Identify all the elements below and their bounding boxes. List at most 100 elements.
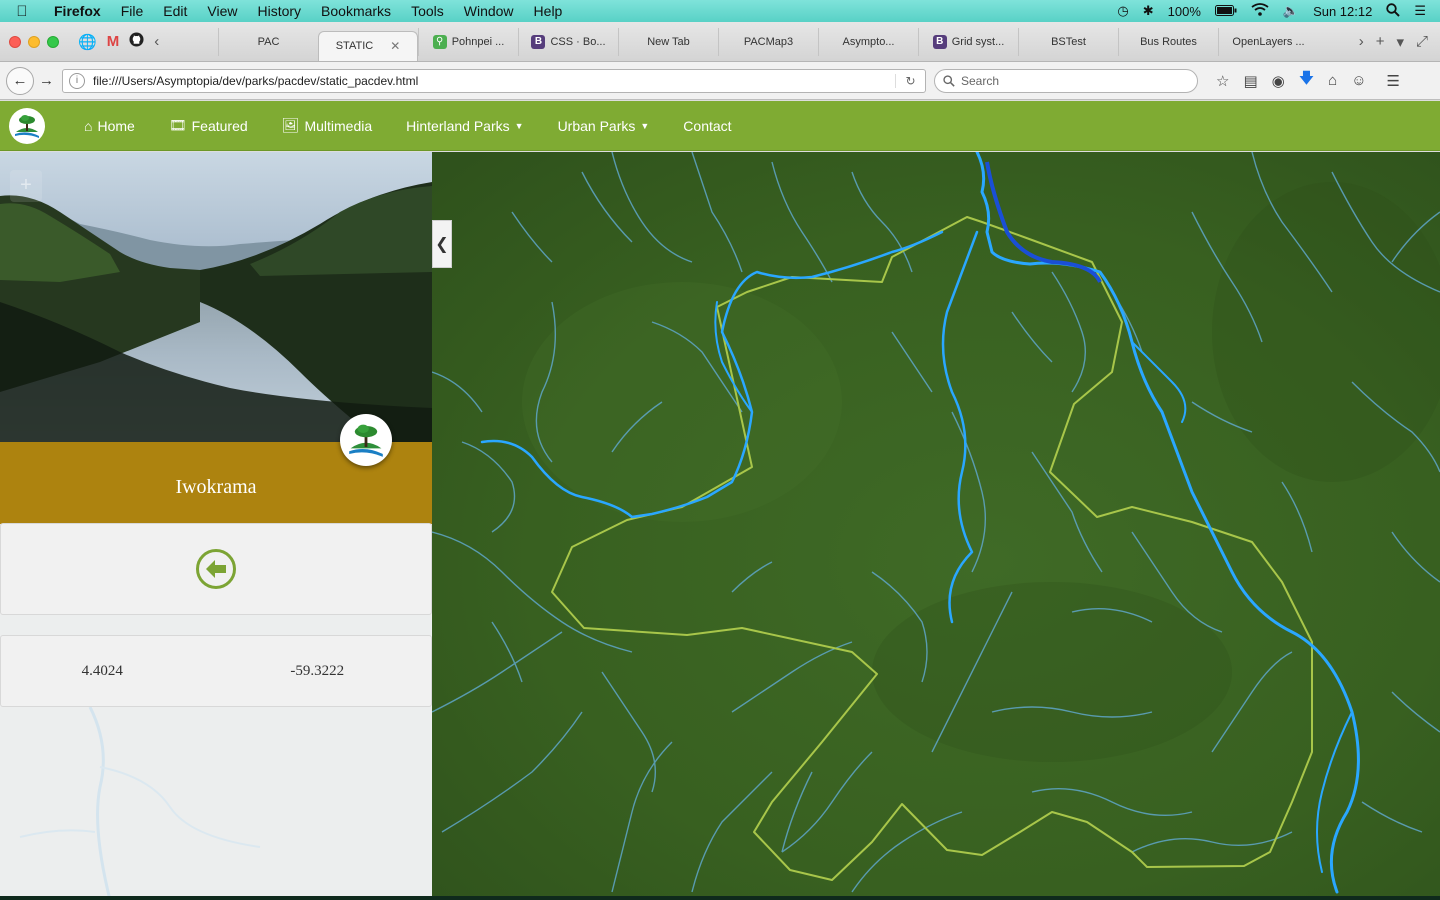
tab-pacmap3[interactable]: PACMap3: [718, 27, 818, 56]
scroll-tabs-left-icon[interactable]: ‹: [154, 33, 159, 50]
url-bar[interactable]: i file:///Users/Asymptopia/dev/parks/pac…: [62, 68, 926, 93]
nav-hinterland-label: Hinterland Parks: [406, 117, 510, 134]
nav-home[interactable]: ⌂ Home: [67, 118, 152, 134]
status-area: ◷ ✱ 100% 🔈 Sun 12:12 ☰: [1117, 2, 1440, 20]
menu-file[interactable]: File: [111, 3, 154, 19]
nav-contact[interactable]: Contact: [666, 118, 748, 134]
navigation-toolbar: ← → i file:///Users/Asymptopia/dev/parks…: [0, 62, 1440, 100]
zoom-window-button[interactable]: [47, 35, 59, 48]
chevron-left-icon: ❮: [435, 236, 449, 253]
scroll-tabs-right-icon[interactable]: ›: [1359, 33, 1364, 51]
tab-static[interactable]: STATIC ✕: [318, 30, 418, 61]
search-icon: [943, 74, 955, 87]
history-buttons: ← →: [0, 66, 62, 95]
hello-chat-icon[interactable]: ☺: [1351, 72, 1366, 89]
nav-multimedia-label: Multimedia: [304, 117, 373, 134]
tab-controls: › + ▾ ⤢: [1359, 33, 1440, 51]
close-tab-icon[interactable]: ✕: [390, 39, 400, 53]
home-icon[interactable]: ⌂: [1328, 72, 1337, 89]
tab-label: STATIC: [335, 40, 374, 52]
downloads-icon[interactable]: 🡇: [1299, 68, 1314, 93]
coordinates-card: 4.4024 -59.3222: [0, 635, 432, 707]
new-tab-icon[interactable]: +: [1376, 33, 1385, 51]
url-text[interactable]: file:///Users/Asymptopia/dev/parks/pacde…: [93, 74, 895, 88]
picture-icon: 🖼: [281, 117, 300, 133]
tab-label: PAC: [257, 35, 280, 48]
back-card: [0, 523, 432, 615]
menu-app-firefox[interactable]: Firefox: [44, 3, 111, 19]
time-machine-icon[interactable]: ◷: [1117, 3, 1128, 19]
park-logo-icon: [15, 114, 39, 138]
notification-center-icon[interactable]: ☰: [1414, 3, 1426, 19]
nav-multimedia[interactable]: 🖼 Multimedia: [265, 117, 389, 134]
toolbar-icons: ☆ ▤ ◉ 🡇 ⌂ ☺ ☰: [1216, 68, 1400, 93]
page-info-icon[interactable]: i: [69, 72, 85, 89]
nav-contact-label: Contact: [683, 117, 732, 134]
battery-icon[interactable]: [1214, 4, 1237, 19]
menu-view[interactable]: View: [197, 3, 247, 19]
site-header: ⌂ Home 🎞 Featured 🖼 Multimedia Hinterland P…: [0, 101, 1440, 151]
map-view[interactable]: ❮: [432, 152, 1440, 896]
close-window-button[interactable]: [9, 35, 21, 48]
tab-label: OpenLayers ...: [1232, 35, 1305, 48]
pinned-tabs: 🌐 M ‹: [78, 32, 218, 51]
apple-icon[interactable]: : [0, 3, 44, 20]
globe-icon[interactable]: 🌐: [78, 33, 97, 51]
menu-tools[interactable]: Tools: [401, 3, 454, 19]
tab-label: Pohnpei ...: [451, 35, 505, 48]
menu-edit[interactable]: Edit: [153, 3, 197, 19]
hamburger-menu-icon[interactable]: ☰: [1387, 72, 1400, 90]
tab-grid-system[interactable]: B Grid syst...: [918, 27, 1018, 56]
bluetooth-icon[interactable]: ✱: [1143, 3, 1154, 19]
list-all-tabs-icon[interactable]: ▾: [1396, 33, 1404, 51]
park-logo-icon: [349, 424, 383, 457]
tab-label: BSTest: [1051, 35, 1086, 48]
fullscreen-icon[interactable]: ⤢: [1416, 33, 1428, 51]
site-logo[interactable]: [9, 107, 45, 144]
reading-list-icon[interactable]: ▤: [1243, 72, 1257, 90]
tab-bus-routes[interactable]: Bus Routes: [1118, 27, 1218, 56]
window-bottom-edge: [0, 896, 1440, 900]
tab-pac[interactable]: PAC: [218, 27, 318, 56]
collapse-panel-button[interactable]: ❮: [432, 220, 452, 268]
menu-window[interactable]: Window: [454, 3, 524, 19]
tab-css-bootstrap[interactable]: B CSS · Bo...: [518, 27, 618, 56]
panel-background-map-texture: [19, 707, 261, 900]
spotlight-search-icon[interactable]: [1386, 2, 1401, 20]
tab-bstest[interactable]: BSTest: [1018, 27, 1118, 56]
map-canvas[interactable]: [432, 152, 1440, 896]
clock[interactable]: Sun 12:12: [1313, 4, 1372, 19]
forward-button[interactable]: →: [34, 72, 54, 89]
tab-new-tab[interactable]: New Tab: [618, 27, 718, 56]
os-menubar:  Firefox File Edit View History Bookmar…: [0, 0, 1440, 22]
gmail-icon[interactable]: M: [107, 33, 120, 50]
maps-icon: ⚲: [432, 34, 447, 49]
search-box[interactable]: Search: [934, 68, 1198, 93]
bootstrap-icon: B: [531, 34, 546, 49]
park-badge: [340, 414, 392, 466]
nav-hinterland-parks[interactable]: Hinterland Parks ▼: [389, 118, 540, 134]
volume-icon[interactable]: 🔈: [1283, 3, 1299, 19]
minimize-window-button[interactable]: [28, 35, 40, 48]
map-zoom-in-button[interactable]: +: [10, 170, 42, 202]
nav-urban-parks[interactable]: Urban Parks ▼: [541, 118, 667, 134]
park-name: Iwokrama: [175, 475, 257, 498]
pocket-icon[interactable]: ◉: [1272, 72, 1285, 90]
github-icon[interactable]: [129, 32, 144, 51]
nav-home-label: Home: [97, 117, 135, 134]
tab-openlayers[interactable]: OpenLayers ...: [1218, 27, 1318, 56]
wifi-icon[interactable]: [1251, 3, 1269, 19]
tab-asymptopia[interactable]: Asympto...: [818, 27, 918, 56]
menu-help[interactable]: Help: [524, 3, 573, 19]
back-button[interactable]: ←: [6, 66, 34, 95]
menu-bookmarks[interactable]: Bookmarks: [311, 3, 401, 19]
reload-icon[interactable]: ↻: [895, 73, 925, 88]
nav-featured-label: Featured: [191, 117, 248, 134]
lake-landscape-image: [0, 152, 432, 442]
nav-featured[interactable]: 🎞 Featured: [152, 117, 265, 134]
caret-down-icon: ▼: [640, 120, 650, 131]
menu-history[interactable]: History: [247, 3, 311, 19]
bookmark-star-icon[interactable]: ☆: [1216, 72, 1229, 90]
arrow-left-circle-icon[interactable]: [195, 548, 237, 590]
tab-pohnpei[interactable]: ⚲ Pohnpei ...: [418, 27, 518, 56]
